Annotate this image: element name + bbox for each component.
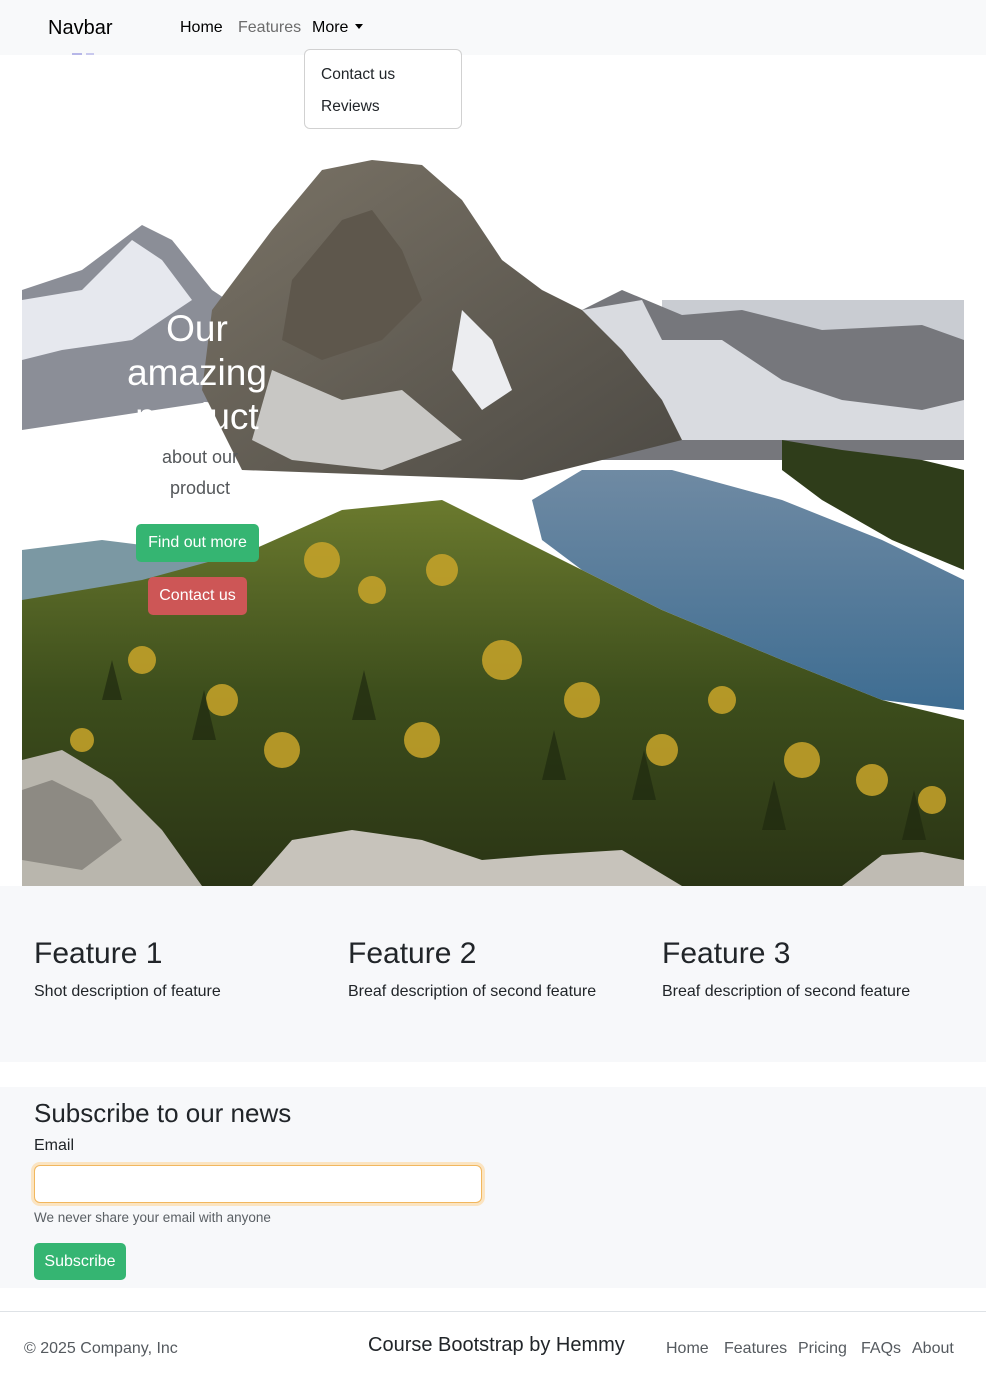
subscribe-heading: Subscribe to our news xyxy=(34,1098,292,1128)
feature-description: Breaf description of second feature xyxy=(662,983,911,1000)
feature-description: Shot description of feature xyxy=(34,983,221,1000)
hero-background-image xyxy=(22,140,964,886)
footer: © 2025 Company, Inc Course Bootstrap by … xyxy=(0,1311,986,1385)
footer-copyright: © 2025 Company, Inc xyxy=(24,1340,178,1357)
navbar-brand[interactable]: Navbar xyxy=(48,17,112,40)
feature-description: Breaf description of second feature xyxy=(348,983,597,1000)
feature-title: Feature 3 xyxy=(662,937,791,970)
feature-title: Feature 1 xyxy=(34,937,163,970)
footer-link-faqs[interactable]: FAQs xyxy=(861,1340,901,1358)
email-help-text: We never share your email with anyone xyxy=(34,1210,271,1225)
find-out-more-button[interactable]: Find out more xyxy=(136,524,259,562)
hero-subtitle: about our product xyxy=(161,447,239,498)
nav-link-features[interactable]: Features xyxy=(238,19,301,37)
feature-card-2: Feature 2 Breaf description of second fe… xyxy=(348,936,596,1001)
email-label: Email xyxy=(34,1137,75,1154)
nav-dropdown-toggle-more[interactable]: More xyxy=(312,19,364,37)
footer-link-pricing[interactable]: Pricing xyxy=(798,1340,847,1358)
feature-title: Feature 2 xyxy=(348,937,477,970)
navbar: Navbar Home Features More xyxy=(0,0,986,55)
contact-us-button[interactable]: Contact us xyxy=(148,577,247,615)
footer-link-home[interactable]: Home xyxy=(666,1340,709,1358)
hero-section: Our amazing product about our product Fi… xyxy=(22,140,964,886)
footer-link-features[interactable]: Features xyxy=(724,1340,787,1358)
dropdown-item-reviews[interactable]: Reviews xyxy=(321,98,380,116)
email-input[interactable] xyxy=(34,1165,482,1203)
nav-link-home[interactable]: Home xyxy=(180,19,223,37)
feature-card-3: Feature 3 Breaf description of second fe… xyxy=(662,936,910,1001)
subscribe-section: Subscribe to our news Email We never sha… xyxy=(0,1087,986,1288)
feature-card-1: Feature 1 Shot description of feature xyxy=(34,936,221,1001)
brand-logo-icon xyxy=(72,53,94,55)
subscribe-button[interactable]: Subscribe xyxy=(34,1243,126,1280)
hero-title: Our amazing product xyxy=(127,308,267,437)
nav-link-more-label: More xyxy=(312,19,349,36)
dropdown-item-contact-us[interactable]: Contact us xyxy=(321,66,395,84)
footer-title: Course Bootstrap by Hemmy xyxy=(368,1334,625,1356)
footer-link-about[interactable]: About xyxy=(912,1340,954,1358)
features-section: Feature 1 Shot description of feature Fe… xyxy=(0,886,986,1062)
more-dropdown-menu: Contact us Reviews xyxy=(304,49,462,129)
caret-down-icon xyxy=(355,24,364,29)
